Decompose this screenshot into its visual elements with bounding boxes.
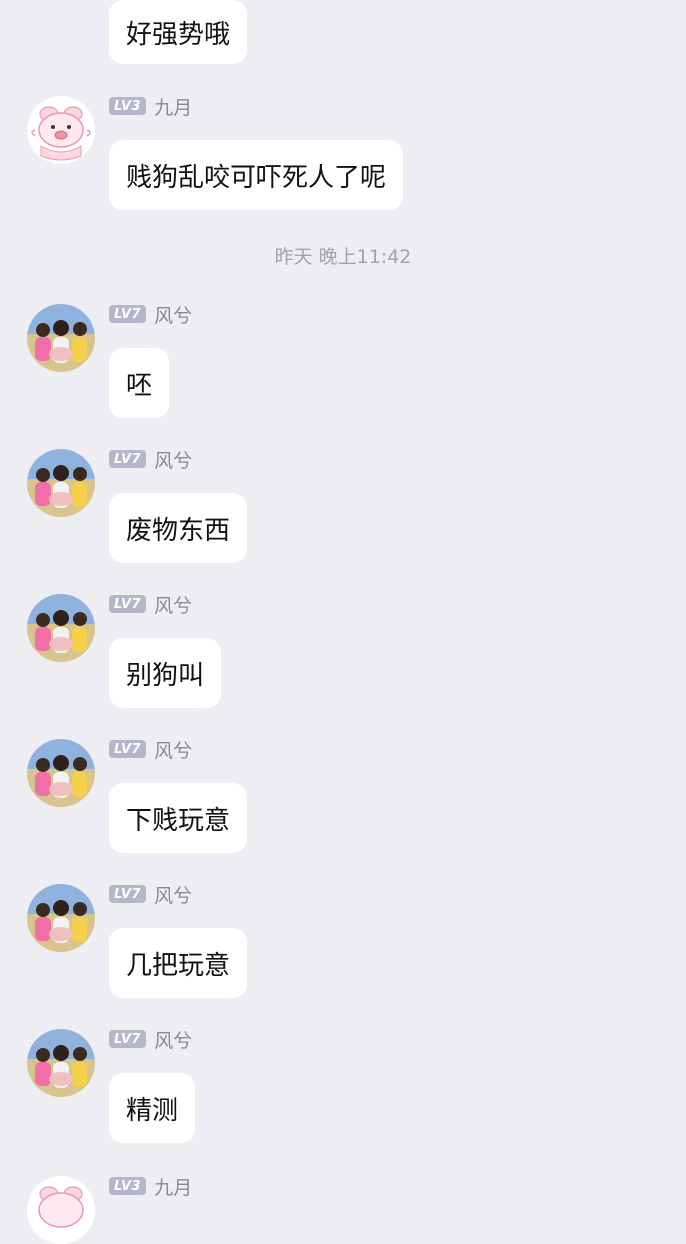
sender-name[interactable]: 风兮 xyxy=(154,881,192,908)
message-text: 精测 xyxy=(126,1095,179,1126)
level-badge: LV7 xyxy=(109,885,147,903)
message-text: 好强势哦 xyxy=(126,19,231,50)
level-badge: LV3 xyxy=(109,1177,147,1195)
level-badge: LV7 xyxy=(109,595,147,613)
message-text: 几把玩意 xyxy=(126,950,231,981)
sender-name[interactable]: 风兮 xyxy=(154,1026,192,1053)
message-text: 呸 xyxy=(126,370,153,401)
message-bubble[interactable]: 精测 xyxy=(109,1073,196,1143)
sender-meta: LV7 风兮 xyxy=(109,1029,192,1052)
message-text: 别狗叫 xyxy=(126,660,205,691)
sender-name[interactable]: 风兮 xyxy=(154,446,192,473)
message-text: 下贱玩意 xyxy=(126,805,231,836)
time-divider: 昨天 晚上11:42 xyxy=(274,246,412,268)
sender-name[interactable]: 九月 xyxy=(154,1173,192,1200)
sender-name[interactable]: 风兮 xyxy=(154,736,192,763)
level-badge: LV3 xyxy=(109,97,147,115)
message-bubble[interactable]: 别狗叫 xyxy=(109,638,222,708)
level-badge: LV7 xyxy=(109,450,147,468)
level-badge: LV7 xyxy=(109,740,147,758)
sender-meta: LV7 风兮 xyxy=(109,884,192,907)
sender-meta: LV7 风兮 xyxy=(109,594,192,617)
message-bubble[interactable]: 呸 xyxy=(109,348,170,418)
message-bubble[interactable]: 下贱玩意 xyxy=(109,783,248,853)
message-bubble[interactable]: 几把玩意 xyxy=(109,928,248,998)
sender-name[interactable]: 九月 xyxy=(154,93,192,120)
pink-pig-avatar[interactable] xyxy=(27,1176,95,1244)
message-bubble[interactable]: 贱狗乱咬可吓死人了呢 xyxy=(109,140,404,210)
message-bubble[interactable]: 好强势哦 xyxy=(109,0,248,64)
group-photo-avatar[interactable] xyxy=(27,739,95,807)
sender-meta: LV7 风兮 xyxy=(109,449,192,472)
message-bubble[interactable]: 废物东西 xyxy=(109,493,248,563)
sender-meta: LV7 风兮 xyxy=(109,739,192,762)
group-photo-avatar[interactable] xyxy=(27,884,95,952)
pink-pig-avatar[interactable] xyxy=(27,96,95,164)
sender-name[interactable]: 风兮 xyxy=(154,591,192,618)
level-badge: LV7 xyxy=(109,1030,147,1048)
group-photo-avatar[interactable] xyxy=(27,304,95,372)
group-photo-avatar[interactable] xyxy=(27,1029,95,1097)
group-photo-avatar[interactable] xyxy=(27,449,95,517)
sender-meta: LV3 九月 xyxy=(109,96,192,119)
level-badge: LV7 xyxy=(109,305,147,323)
sender-meta: LV7 风兮 xyxy=(109,304,192,327)
group-photo-avatar[interactable] xyxy=(27,594,95,662)
message-text: 废物东西 xyxy=(126,515,231,546)
sender-name[interactable]: 风兮 xyxy=(154,301,192,328)
message-text: 贱狗乱咬可吓死人了呢 xyxy=(126,162,387,193)
sender-meta: LV3 九月 xyxy=(109,1176,192,1199)
